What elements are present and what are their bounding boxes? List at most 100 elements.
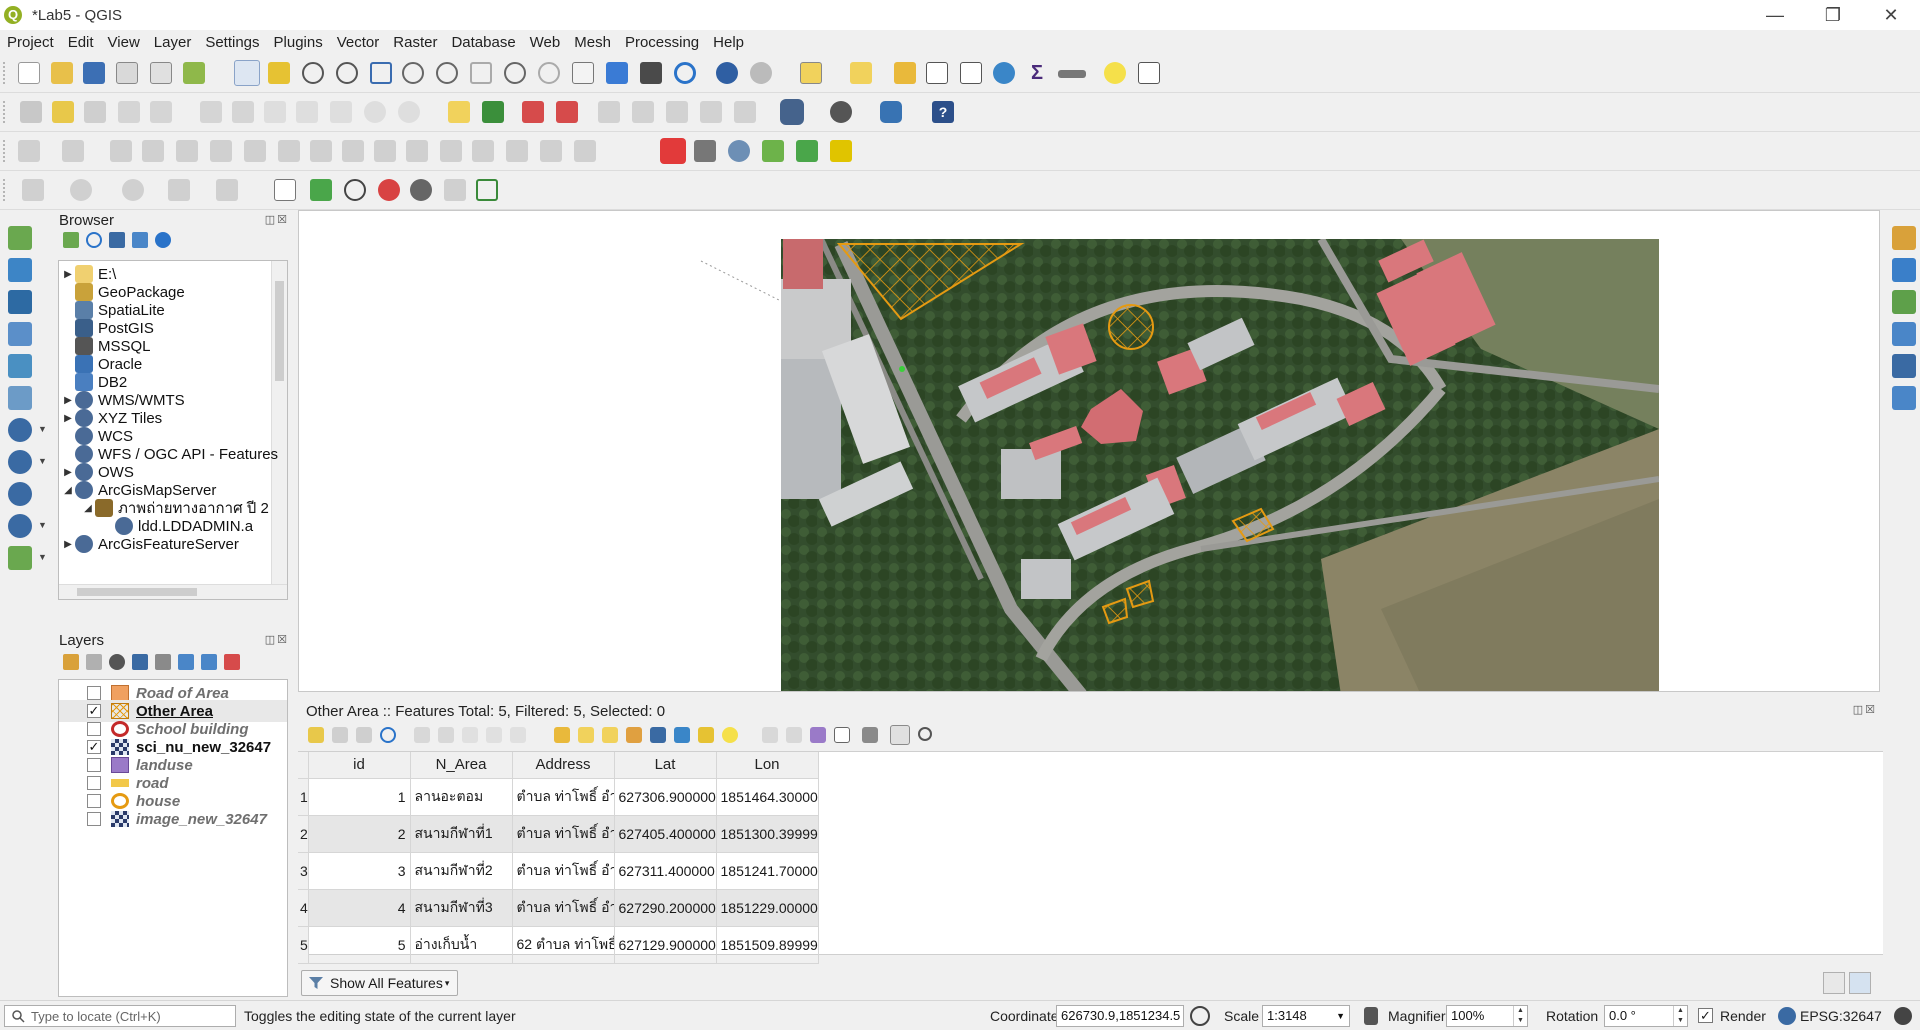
expand-arrow-icon[interactable]: ▶: [61, 413, 75, 424]
fill-ring-icon[interactable]: [278, 140, 300, 162]
row-number[interactable]: 5: [298, 926, 309, 964]
table-cell[interactable]: 627405.400000...: [614, 815, 717, 853]
browser-horizontal-scrollbar[interactable]: [59, 584, 287, 599]
new-field-icon[interactable]: [762, 727, 778, 743]
conditional-formatting-icon[interactable]: [862, 727, 878, 743]
cut-features-icon[interactable]: [264, 101, 286, 123]
delete-field-icon[interactable]: [786, 727, 802, 743]
table-cell[interactable]: 4: [308, 889, 411, 927]
map-tips-icon[interactable]: [1104, 62, 1126, 84]
scale-feature-icon[interactable]: [142, 140, 164, 162]
table-cell[interactable]: สนามกีฬาที่1: [410, 815, 513, 853]
collapse-all-layers-icon[interactable]: [201, 654, 217, 670]
menu-processing[interactable]: Processing: [618, 34, 706, 51]
layer-labeling-icon[interactable]: [482, 101, 504, 123]
add-arcgis-icon[interactable]: [8, 514, 32, 538]
copy-features-icon[interactable]: [296, 101, 318, 123]
digitize-icon[interactable]: [274, 179, 296, 201]
zoom-out-icon[interactable]: [336, 62, 358, 84]
pan-map-icon[interactable]: [234, 60, 260, 86]
offset-curve-icon[interactable]: [406, 140, 428, 162]
save-edits-icon[interactable]: [356, 727, 372, 743]
table-cell[interactable]: ลานอะตอม: [410, 778, 513, 816]
locator-search[interactable]: Type to locate (Ctrl+K): [4, 1005, 236, 1027]
layer-visibility-checkbox[interactable]: [87, 794, 101, 808]
deselect-icon[interactable]: [850, 62, 872, 84]
modify-attributes-icon[interactable]: [200, 101, 222, 123]
column-header[interactable]: Address: [512, 752, 615, 779]
change-label-icon[interactable]: [734, 101, 756, 123]
invert-selection-icon[interactable]: [602, 727, 618, 743]
browser-vertical-scrollbar[interactable]: [271, 261, 287, 599]
table-cell[interactable]: ตำบล ท่าโพธิ์ อำ...: [512, 778, 615, 816]
table-cell[interactable]: สนามกีฬาที่3: [410, 889, 513, 927]
paste-features-icon[interactable]: [330, 101, 352, 123]
move-label-icon[interactable]: [666, 101, 688, 123]
toggle-editing-icon[interactable]: [308, 727, 324, 743]
delete-ring-icon[interactable]: [310, 140, 332, 162]
open-attribute-table-icon[interactable]: [926, 62, 948, 84]
table-cell[interactable]: 627129.900000...: [614, 926, 717, 964]
add-part-icon[interactable]: [244, 140, 266, 162]
layer-visibility-checkbox[interactable]: [87, 722, 101, 736]
zoom-native-icon[interactable]: [470, 62, 492, 84]
table-cell[interactable]: 627306.900000...: [614, 778, 717, 816]
rotate-point-symbols-icon[interactable]: [574, 140, 596, 162]
layer-visibility-checkbox[interactable]: [87, 776, 101, 790]
snapping-segment-icon[interactable]: [830, 140, 852, 162]
layers-list[interactable]: Road of Area ✓ Other Area School building ✓ s…: [58, 679, 288, 997]
deselect-all-icon[interactable]: [626, 727, 642, 743]
copy-icon[interactable]: [486, 727, 502, 743]
close-button[interactable]: ✕: [1862, 0, 1920, 30]
table-cell[interactable]: 627311.400000...: [614, 852, 717, 890]
expand-arrow-icon[interactable]: ▶: [61, 467, 75, 478]
zoom-to-selected-icon[interactable]: [722, 727, 738, 743]
scale-field[interactable]: 1:3148 ▼: [1262, 1005, 1350, 1027]
crs-label[interactable]: EPSG:32647: [1800, 1008, 1882, 1024]
georeferencer-icon[interactable]: [310, 179, 332, 201]
row-number[interactable]: 4: [298, 889, 309, 927]
layer-diagram-icon[interactable]: [522, 101, 544, 123]
filter-by-expression-icon[interactable]: [155, 654, 171, 670]
enable-snapping-icon[interactable]: [660, 138, 686, 164]
zoom-to-layer-icon[interactable]: [436, 62, 458, 84]
table-cell[interactable]: ตำบล ท่าโพธิ์ อำ...: [512, 889, 615, 927]
rotation-field[interactable]: 0.0 ° ▲ ▼: [1604, 1005, 1688, 1027]
filter-legend-icon[interactable]: [132, 654, 148, 670]
split-features-icon[interactable]: [440, 140, 462, 162]
column-header[interactable]: Lon: [716, 752, 819, 779]
python-console-icon[interactable]: [880, 101, 902, 123]
pan-to-selected-icon[interactable]: [698, 727, 714, 743]
manage-map-themes-icon[interactable]: [109, 654, 125, 670]
table-row[interactable]: 22สนามกีฬาที่1ตำบล ท่าโพธิ์ อำ...627405.…: [298, 815, 819, 853]
add-raster-layer-icon[interactable]: [8, 258, 32, 282]
snapping-tolerance-icon[interactable]: [694, 140, 716, 162]
add-virtual-layer-icon[interactable]: [8, 386, 32, 410]
refresh-browser-icon[interactable]: [86, 232, 102, 248]
add-ellipse-icon[interactable]: [122, 179, 144, 201]
multi-edit-icon[interactable]: [332, 727, 348, 743]
new-project-icon[interactable]: [18, 62, 40, 84]
trace-icon[interactable]: [796, 140, 818, 162]
layer-visibility-checkbox[interactable]: [87, 812, 101, 826]
menu-settings[interactable]: Settings: [198, 34, 266, 51]
expand-arrow-icon[interactable]: ▶: [61, 269, 75, 280]
measure-line-icon[interactable]: [1058, 70, 1086, 78]
add-selected-layers-icon[interactable]: [63, 232, 79, 248]
table-row[interactable]: 33สนามกีฬาที่2ตำบล ท่าโพธิ์ อำ...627311.…: [298, 852, 819, 890]
menu-project[interactable]: Project: [0, 34, 61, 51]
plugin-d-icon[interactable]: [1892, 322, 1916, 346]
table-cell[interactable]: 1851464.30000...: [716, 778, 819, 816]
minimize-button[interactable]: —: [1746, 0, 1804, 30]
text-annotation-icon[interactable]: [1138, 62, 1160, 84]
select-all-icon[interactable]: [578, 727, 594, 743]
enable-advanced-digitizing-icon[interactable]: [18, 140, 40, 162]
zoom-extent-box-icon[interactable]: [476, 179, 498, 201]
add-circular-string-icon[interactable]: [22, 179, 44, 201]
simplify-feature-icon[interactable]: [176, 140, 198, 162]
coordinate-field[interactable]: 626730.9,1851234.5: [1056, 1005, 1184, 1027]
dock-table-icon[interactable]: [890, 725, 910, 745]
add-mesh-layer-icon[interactable]: [8, 290, 32, 314]
table-row[interactable]: 44สนามกีฬาที่3ตำบล ท่าโพธิ์ อำ...627290.…: [298, 889, 819, 927]
browser-item[interactable]: ▶ ArcGisFeatureServer: [61, 533, 239, 555]
